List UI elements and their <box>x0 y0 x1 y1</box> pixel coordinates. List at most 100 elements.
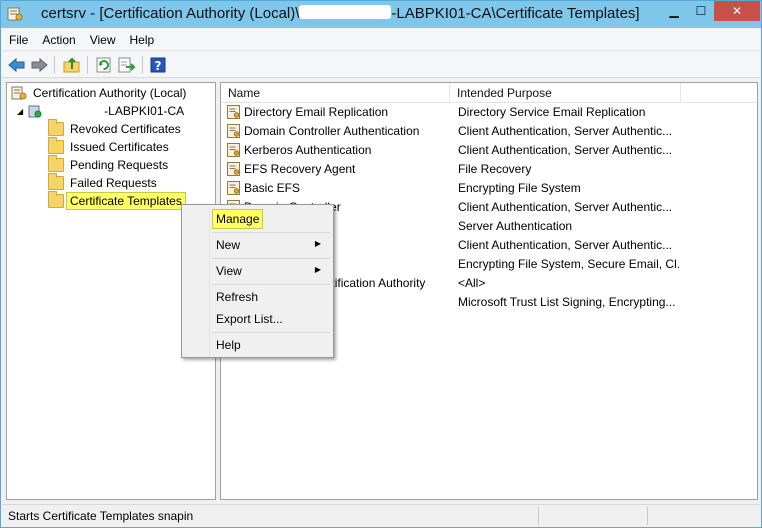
intended-purpose-cell: Client Authentication, Server Authentic.… <box>458 238 673 252</box>
tree-item-ca[interactable]: ◢ -LABPKI01-CA <box>17 102 184 120</box>
table-row[interactable]: Directory Email Replication Directory Ser… <box>221 103 757 122</box>
menu-help[interactable]: Help <box>123 33 162 47</box>
close-icon: ✕ <box>731 4 743 18</box>
intended-purpose-cell: Microsoft Trust List Signing, Encrypting… <box>458 295 676 309</box>
tree-item-issued-certificates[interactable]: Issued Certificates <box>48 137 169 156</box>
status-text: Starts Certificate Templates snapin <box>8 509 194 523</box>
certificate-template-icon <box>227 105 240 119</box>
column-header-intended-purpose[interactable]: Intended Purpose <box>450 83 681 103</box>
menu-file[interactable]: File <box>2 33 35 47</box>
tree-item-label: Certificate Templates <box>66 192 186 210</box>
template-name-cell: Domain Controller Authentication <box>244 124 420 138</box>
redacted-region <box>49 105 104 117</box>
intended-purpose-cell: Client Authentication, Server Authentic.… <box>458 124 673 138</box>
svg-text:?: ? <box>155 59 162 73</box>
menu-item-label: Export List... <box>216 312 283 326</box>
certificate-template-icon <box>227 143 240 157</box>
menu-item-label: Manage <box>211 209 264 229</box>
intended-purpose-cell: Client Authentication, Server Authentic.… <box>458 200 673 214</box>
context-menu-refresh[interactable]: Refresh <box>184 286 331 308</box>
table-row[interactable]: Basic EFS Encrypting File System <box>221 179 757 198</box>
tree-item-label: Pending Requests <box>70 158 169 172</box>
status-bar: Starts Certificate Templates snapin <box>2 504 760 526</box>
refresh-icon[interactable] <box>95 56 113 74</box>
menu-view[interactable]: View <box>83 33 123 47</box>
maximize-icon: ☐ <box>695 4 707 18</box>
template-name-cell: Basic EFS <box>244 181 301 195</box>
intended-purpose-cell: File Recovery <box>458 162 532 176</box>
tree-item-label: Revoked Certificates <box>70 122 181 136</box>
back-arrow-icon[interactable] <box>8 56 26 74</box>
context-menu-new[interactable]: New ▶ <box>184 234 331 256</box>
minimize-button[interactable]: ▁ <box>661 1 687 21</box>
intended-purpose-cell: Encrypting File System, Secure Email, Cl… <box>458 257 680 271</box>
context-menu: Manage New ▶ View ▶ Refresh Export List.… <box>181 204 334 358</box>
mmc-window: certsrv - [Certification Authority (Loca… <box>0 0 762 528</box>
template-name-cell: EFS Recovery Agent <box>244 162 356 176</box>
certification-authority-icon <box>11 86 27 100</box>
window-title: certsrv - [Certification Authority (Loca… <box>41 5 640 22</box>
context-menu-manage[interactable]: Manage <box>184 208 331 230</box>
close-button[interactable]: ✕ <box>714 1 760 21</box>
tree-item-label: Failed Requests <box>70 176 157 190</box>
menu-separator <box>212 284 330 285</box>
export-list-icon[interactable] <box>118 56 136 74</box>
intended-purpose-cell: Encrypting File System <box>458 181 581 195</box>
menu-separator <box>212 258 330 259</box>
folder-icon <box>48 173 64 190</box>
intended-purpose-cell: Client Authentication, Server Authentic.… <box>458 143 673 157</box>
table-row[interactable]: EFS Recovery Agent File Recovery <box>221 160 757 179</box>
toolbar: ? <box>2 52 760 78</box>
toolbar-separator <box>87 56 88 74</box>
tree-item-label: -LABPKI01-CA <box>104 104 185 118</box>
submenu-arrow-icon: ▶ <box>314 239 321 248</box>
folder-icon <box>48 191 64 208</box>
context-menu-export-list[interactable]: Export List... <box>184 308 331 330</box>
menu-item-label: Refresh <box>216 290 259 304</box>
intended-purpose-cell: Directory Service Email Replication <box>458 105 646 119</box>
certsrv-app-icon[interactable] <box>7 6 23 22</box>
context-menu-help[interactable]: Help <box>184 334 331 356</box>
certificate-template-icon <box>227 162 240 176</box>
tree-item-failed-requests[interactable]: Failed Requests <box>48 173 157 192</box>
window-title-prefix: certsrv - [Certification Authority (Loca… <box>41 5 300 22</box>
ca-server-icon <box>28 105 42 118</box>
tree-item-label: Certification Authority (Local) <box>33 86 187 100</box>
folder-icon <box>48 119 64 136</box>
help-icon[interactable]: ? <box>149 56 167 74</box>
template-name-cell: Kerberos Authentication <box>244 143 372 157</box>
tree-item-certificate-templates[interactable]: Certificate Templates <box>48 191 186 210</box>
table-row[interactable]: Kerberos Authentication Client Authentica… <box>221 141 757 160</box>
forward-arrow-icon[interactable] <box>30 56 48 74</box>
template-name-cell: Directory Email Replication <box>244 105 389 119</box>
submenu-arrow-icon: ▶ <box>314 265 321 274</box>
certificate-template-icon <box>227 124 240 138</box>
redacted-region <box>299 5 392 19</box>
table-row[interactable]: Domain Controller Authentication Client A… <box>221 122 757 141</box>
maximize-button[interactable]: ☐ <box>688 1 714 21</box>
toolbar-separator <box>54 56 55 74</box>
up-folder-icon[interactable] <box>63 56 81 74</box>
tree-item-label: Issued Certificates <box>70 140 169 154</box>
menu-bar: File Action View Help <box>2 29 760 51</box>
certificate-template-icon <box>227 181 240 195</box>
menu-action[interactable]: Action <box>35 33 82 47</box>
minimize-icon: ▁ <box>669 4 679 18</box>
window-title-suffix: -LABPKI01-CA\Certificate Templates] <box>391 5 640 22</box>
context-menu-view[interactable]: View ▶ <box>184 260 331 282</box>
menu-separator <box>212 232 330 233</box>
tree-item-revoked-certificates[interactable]: Revoked Certificates <box>48 119 181 138</box>
folder-icon <box>48 137 64 154</box>
tree-item-pending-requests[interactable]: Pending Requests <box>48 155 169 174</box>
expand-arrow-icon[interactable]: ◢ <box>17 107 23 116</box>
menu-item-label: Help <box>216 338 241 352</box>
menu-item-label: View <box>216 264 242 278</box>
toolbar-separator <box>142 56 143 74</box>
tree-item-root[interactable]: Certification Authority (Local) <box>11 84 186 102</box>
status-divider <box>538 507 539 525</box>
menu-separator <box>212 332 330 333</box>
title-bar[interactable]: certsrv - [Certification Authority (Loca… <box>1 1 761 28</box>
column-header-name[interactable]: Name <box>221 83 450 103</box>
intended-purpose-cell: Server Authentication <box>458 219 573 233</box>
intended-purpose-cell: <All> <box>458 276 486 290</box>
